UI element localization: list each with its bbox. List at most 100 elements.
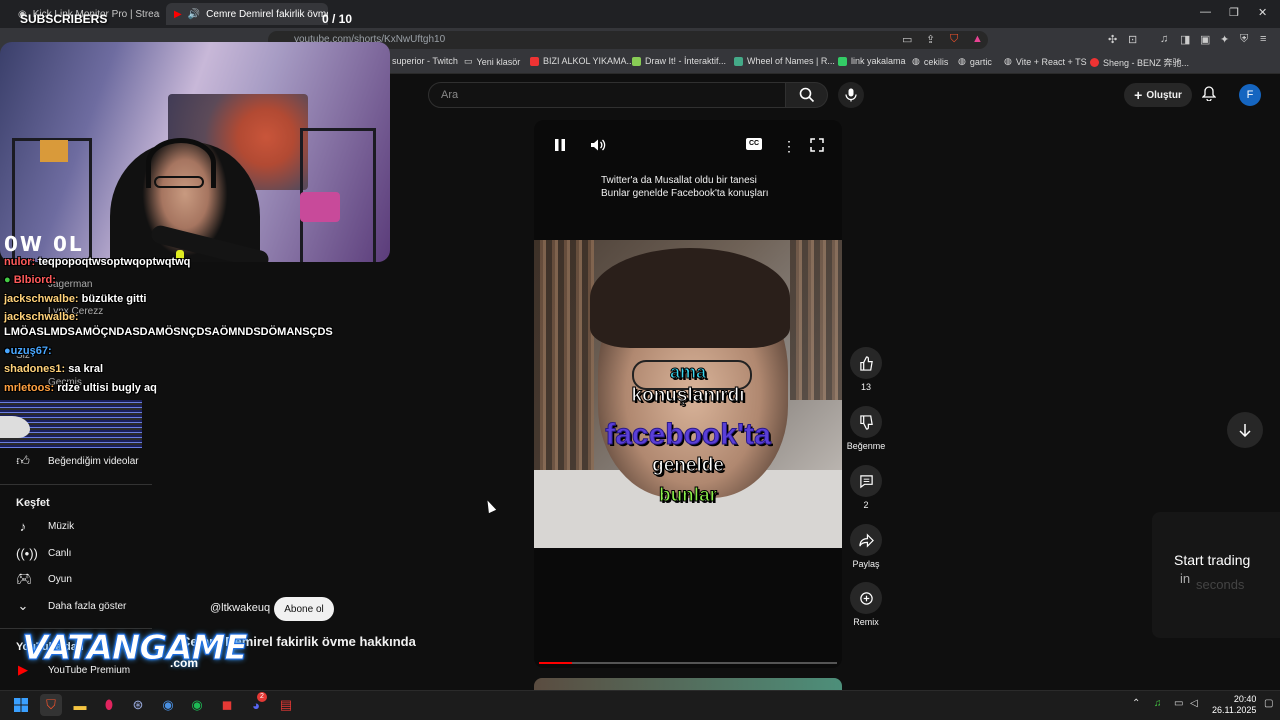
restore-button[interactable]: ❐ bbox=[1229, 6, 1239, 19]
app-red-taskbar-icon[interactable]: ◼ bbox=[216, 694, 238, 716]
bookmark-item[interactable]: Sheng - BENZ 奔驰... bbox=[1090, 56, 1189, 69]
webcam-box-decor bbox=[40, 140, 68, 162]
sidebar-item-music[interactable]: ♪ Müzik bbox=[16, 516, 74, 536]
bookmark-label: Wheel of Names | R... bbox=[747, 56, 835, 66]
sidebar-item-live[interactable]: ((•)) Canlı bbox=[16, 543, 71, 563]
short-progress-fill bbox=[539, 662, 572, 664]
vpn-icon[interactable]: ⛨ bbox=[1240, 33, 1248, 46]
bookmark-item[interactable]: ◍ Vite + React + TS bbox=[1004, 56, 1087, 67]
bookmark-item[interactable]: link yakalama bbox=[838, 56, 906, 66]
brave-browser-taskbar-icon[interactable]: ⛉ bbox=[40, 694, 62, 716]
game-controller-icon: 🎮︎ bbox=[16, 571, 33, 586]
file-explorer-taskbar-icon[interactable]: ▬ bbox=[69, 694, 91, 716]
app-calendar-taskbar-icon[interactable]: ▤ bbox=[275, 694, 297, 716]
next-short-button[interactable] bbox=[1227, 412, 1263, 448]
more-vert-icon: ⋮ bbox=[782, 138, 796, 154]
chat-badge-icon: ● bbox=[4, 274, 11, 286]
chat-message: jackschwalbe: bbox=[4, 311, 79, 323]
captions-button[interactable]: CC bbox=[746, 138, 762, 150]
account-avatar[interactable]: F bbox=[1239, 84, 1261, 106]
search-placeholder: Ara bbox=[441, 89, 459, 101]
comments-button[interactable] bbox=[850, 465, 882, 497]
brave-shield-icon[interactable]: ⛉ bbox=[950, 33, 958, 46]
bookmark-item[interactable]: Wheel of Names | R... bbox=[734, 56, 835, 66]
wallet-icon[interactable]: ▣ bbox=[1200, 33, 1210, 46]
discord-notification-badge: 2 bbox=[257, 692, 267, 702]
caption-line: Bunlar genelde Facebook'ta konuşları bbox=[601, 188, 769, 199]
maps-taskbar-icon[interactable]: ⬮ bbox=[98, 694, 120, 716]
search-input[interactable]: Ara bbox=[428, 82, 786, 108]
bookmark-item[interactable]: Draw It! - İnteraktif... bbox=[632, 56, 726, 66]
bookmark-favicon-icon bbox=[1090, 58, 1099, 67]
tab-youtube-short[interactable]: ▶ 🔊 Cemre Demirel fakirlik övme ✕ bbox=[166, 3, 328, 25]
screenshot-icon[interactable]: ⊡ bbox=[1128, 33, 1137, 46]
bookmark-label: Draw It! - İnteraktif... bbox=[645, 56, 727, 66]
media-icon[interactable]: ♫ bbox=[1160, 33, 1168, 45]
bookmark-item[interactable]: BIZI ALKOL YIKAMA... bbox=[530, 56, 634, 66]
menu-icon[interactable]: ≡ bbox=[1260, 33, 1266, 45]
share-button[interactable] bbox=[850, 524, 882, 556]
like-count: 13 bbox=[860, 382, 871, 392]
bookmark-item[interactable]: ◍ cekilis bbox=[912, 56, 948, 67]
short-progress-bar[interactable] bbox=[539, 662, 837, 664]
tray-network-icon[interactable]: ▭ bbox=[1174, 698, 1183, 709]
tray-volume-icon[interactable]: ◁ bbox=[1190, 698, 1198, 709]
tab-label: Cemre Demirel fakirlik övme bbox=[206, 8, 328, 20]
channel-handle[interactable]: @ltkwakeuq bbox=[210, 602, 270, 614]
ad-banner[interactable] bbox=[1152, 512, 1280, 638]
notifications-center-icon[interactable]: ▢ bbox=[1264, 698, 1273, 709]
chat-message: ●uzuş67: bbox=[4, 345, 52, 357]
voice-search-button[interactable] bbox=[838, 82, 864, 108]
spotify-taskbar-icon[interactable]: ◉ bbox=[186, 694, 208, 716]
like-button[interactable] bbox=[850, 347, 882, 379]
volume-button[interactable] bbox=[590, 138, 606, 155]
live-broadcast-icon: ((•)) bbox=[16, 545, 38, 561]
notifications-bell-icon[interactable] bbox=[1201, 86, 1217, 104]
tray-expand-icon[interactable]: ⌃ bbox=[1132, 698, 1140, 709]
search-icon bbox=[799, 87, 814, 103]
bookmark-item[interactable]: ◍ gartic bbox=[958, 56, 992, 67]
chat-username: mrletoos: bbox=[4, 382, 55, 394]
bookmark-label: gartic bbox=[969, 56, 992, 67]
sidebar-item-liked-videos[interactable]: 👍︎ Beğendiğim videolar bbox=[16, 451, 138, 471]
chat-username: nulor: bbox=[4, 256, 36, 268]
fullscreen-button[interactable] bbox=[810, 138, 824, 155]
bookmark-label: Sheng - BENZ 奔驰... bbox=[1103, 58, 1190, 68]
subtitle-word: bunlar bbox=[658, 485, 718, 507]
share-icon[interactable]: ⇪ bbox=[926, 33, 935, 46]
create-button[interactable]: + Oluştur bbox=[1124, 83, 1192, 107]
steam-taskbar-icon[interactable]: ⊛ bbox=[127, 694, 149, 716]
sidebar-item-gaming[interactable]: 🎮︎ Oyun bbox=[16, 569, 72, 589]
extensions-icon[interactable]: ✣ bbox=[1108, 33, 1117, 46]
chat-message: jackschwalbe: büzükte gitti bbox=[4, 293, 146, 305]
sidebar-item-label: Müzik bbox=[48, 520, 75, 532]
bookmark-favicon-icon bbox=[632, 56, 641, 66]
cast-icon[interactable]: ▭ bbox=[902, 33, 912, 46]
folder-icon: ▭ bbox=[464, 56, 473, 66]
remix-icon bbox=[859, 591, 873, 605]
streamer-tag: 0W 0L bbox=[4, 232, 84, 256]
bookmark-item[interactable]: superior - Twitch bbox=[392, 56, 458, 66]
search-button[interactable] bbox=[786, 82, 828, 108]
sidebar-show-more[interactable]: ⌄ Daha fazla göster bbox=[16, 596, 127, 616]
chat-message: LMÖASLMDSAMÖÇNDASDAMÖSNÇDSAÖMNDSDÖMANSÇD… bbox=[4, 326, 333, 338]
ad-word-in: in bbox=[1180, 571, 1191, 586]
taskbar-clock[interactable]: 20:40 26.11.2025 bbox=[1212, 694, 1256, 716]
brave-rewards-icon[interactable]: ▲ bbox=[972, 33, 983, 45]
remix-button[interactable] bbox=[850, 582, 882, 614]
bookmark-folder[interactable]: ▭ Yeni klasör bbox=[464, 56, 520, 67]
next-short-preview[interactable] bbox=[534, 678, 842, 690]
tray-microphone-icon[interactable]: ♫ bbox=[1154, 698, 1162, 709]
app-taskbar-icon[interactable]: ◉ bbox=[157, 694, 179, 716]
pause-button[interactable] bbox=[554, 138, 566, 155]
minimize-button[interactable]: — bbox=[1200, 6, 1211, 18]
leo-ai-icon[interactable]: ✦ bbox=[1220, 33, 1229, 46]
windows-start-icon[interactable] bbox=[10, 694, 32, 716]
subscribe-button[interactable]: Abone ol bbox=[274, 597, 334, 621]
bookmark-label: link yakalama bbox=[851, 56, 906, 66]
close-window-button[interactable]: ✕ bbox=[1258, 6, 1267, 19]
more-options-button[interactable]: ⋮ bbox=[782, 138, 796, 155]
dislike-button[interactable] bbox=[850, 406, 882, 438]
sidebar-toggle-icon[interactable]: ◨ bbox=[1180, 33, 1190, 46]
chat-text: sa kral bbox=[68, 363, 104, 375]
